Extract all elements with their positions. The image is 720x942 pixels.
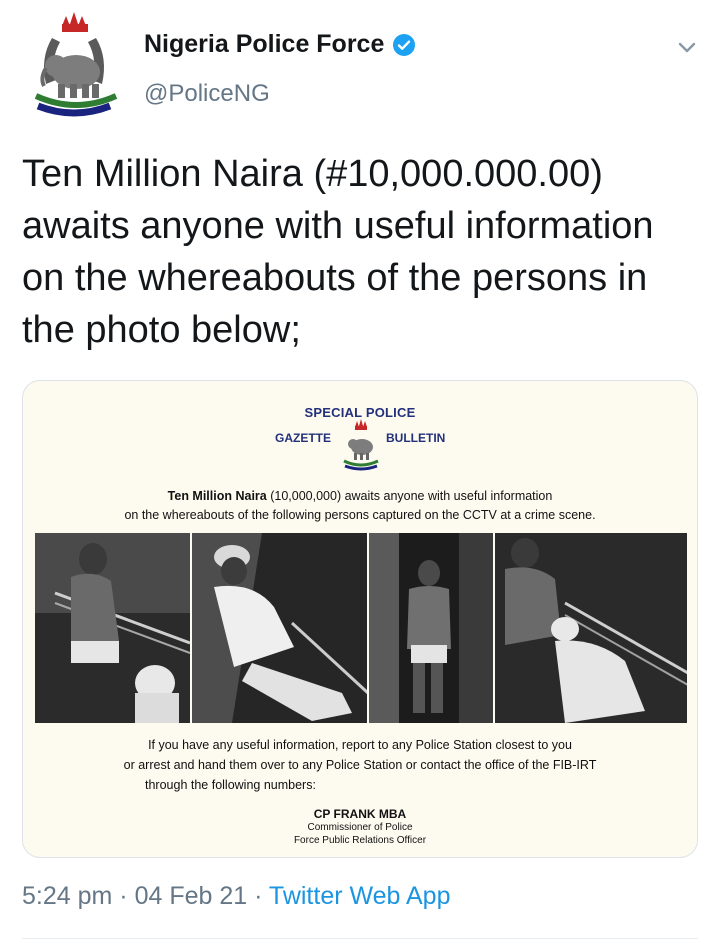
tweet-text: Ten Million Naira (#10,000.000.00) await… — [22, 153, 654, 351]
tweet-meta: 5:24 pm · 04 Feb 21 · Twitter Web App — [22, 882, 451, 911]
gazette-crest-icon — [343, 419, 379, 471]
signatory-title-2: Force Public Relations Officer — [293, 835, 427, 846]
signatory-name: CP FRANK MBA — [313, 807, 407, 821]
gazette-title: SPECIAL POLICE — [304, 405, 416, 420]
gazette-notice-bold: Ten Million Naira — [167, 489, 267, 503]
cctv-photo — [35, 533, 190, 723]
cctv-photo-strip — [35, 533, 687, 723]
cctv-photo — [494, 533, 687, 723]
tweet-media-image[interactable]: SPECIAL POLICE GAZETTE BULLETIN Ten Mill… — [22, 380, 698, 858]
tweet-time[interactable]: 5:24 pm — [22, 882, 112, 910]
author-name-row[interactable]: Nigeria Police Force — [144, 30, 416, 59]
meta-separator: · — [112, 882, 135, 910]
gazette-notice-rest: (10,000,000) awaits anyone with useful i… — [266, 489, 553, 503]
gazette-notice-line-1: Ten Million Naira (10,000,000) awaits an… — [23, 489, 697, 503]
author-handle[interactable]: @PoliceNG — [144, 80, 270, 108]
gazette-left-label: GAZETTE — [275, 431, 331, 445]
tweet-source-link[interactable]: Twitter Web App — [269, 882, 451, 910]
gazette-right-label: BULLETIN — [386, 431, 446, 445]
author-name[interactable]: Nigeria Police Force — [144, 30, 384, 59]
signatory-title-1: Commissioner of Police — [307, 822, 413, 833]
avatar[interactable] — [22, 10, 126, 128]
gazette-notice-line-2: on the whereabouts of the following pers… — [124, 508, 596, 522]
cctv-photo — [191, 533, 367, 723]
meta-separator: · — [247, 882, 269, 910]
divider — [22, 938, 698, 939]
gazette-instruction-2: or arrest and hand them over to any Poli… — [123, 758, 597, 772]
cctv-photo — [368, 533, 493, 723]
tweet-date[interactable]: 04 Feb 21 — [135, 882, 248, 910]
gazette-instruction-1: If you have any useful information, repo… — [148, 738, 572, 752]
police-crest-icon — [34, 12, 118, 117]
gazette-instruction-3: through the following numbers: — [145, 778, 316, 792]
verified-badge-icon — [393, 33, 416, 56]
chevron-down-icon[interactable] — [676, 36, 698, 58]
